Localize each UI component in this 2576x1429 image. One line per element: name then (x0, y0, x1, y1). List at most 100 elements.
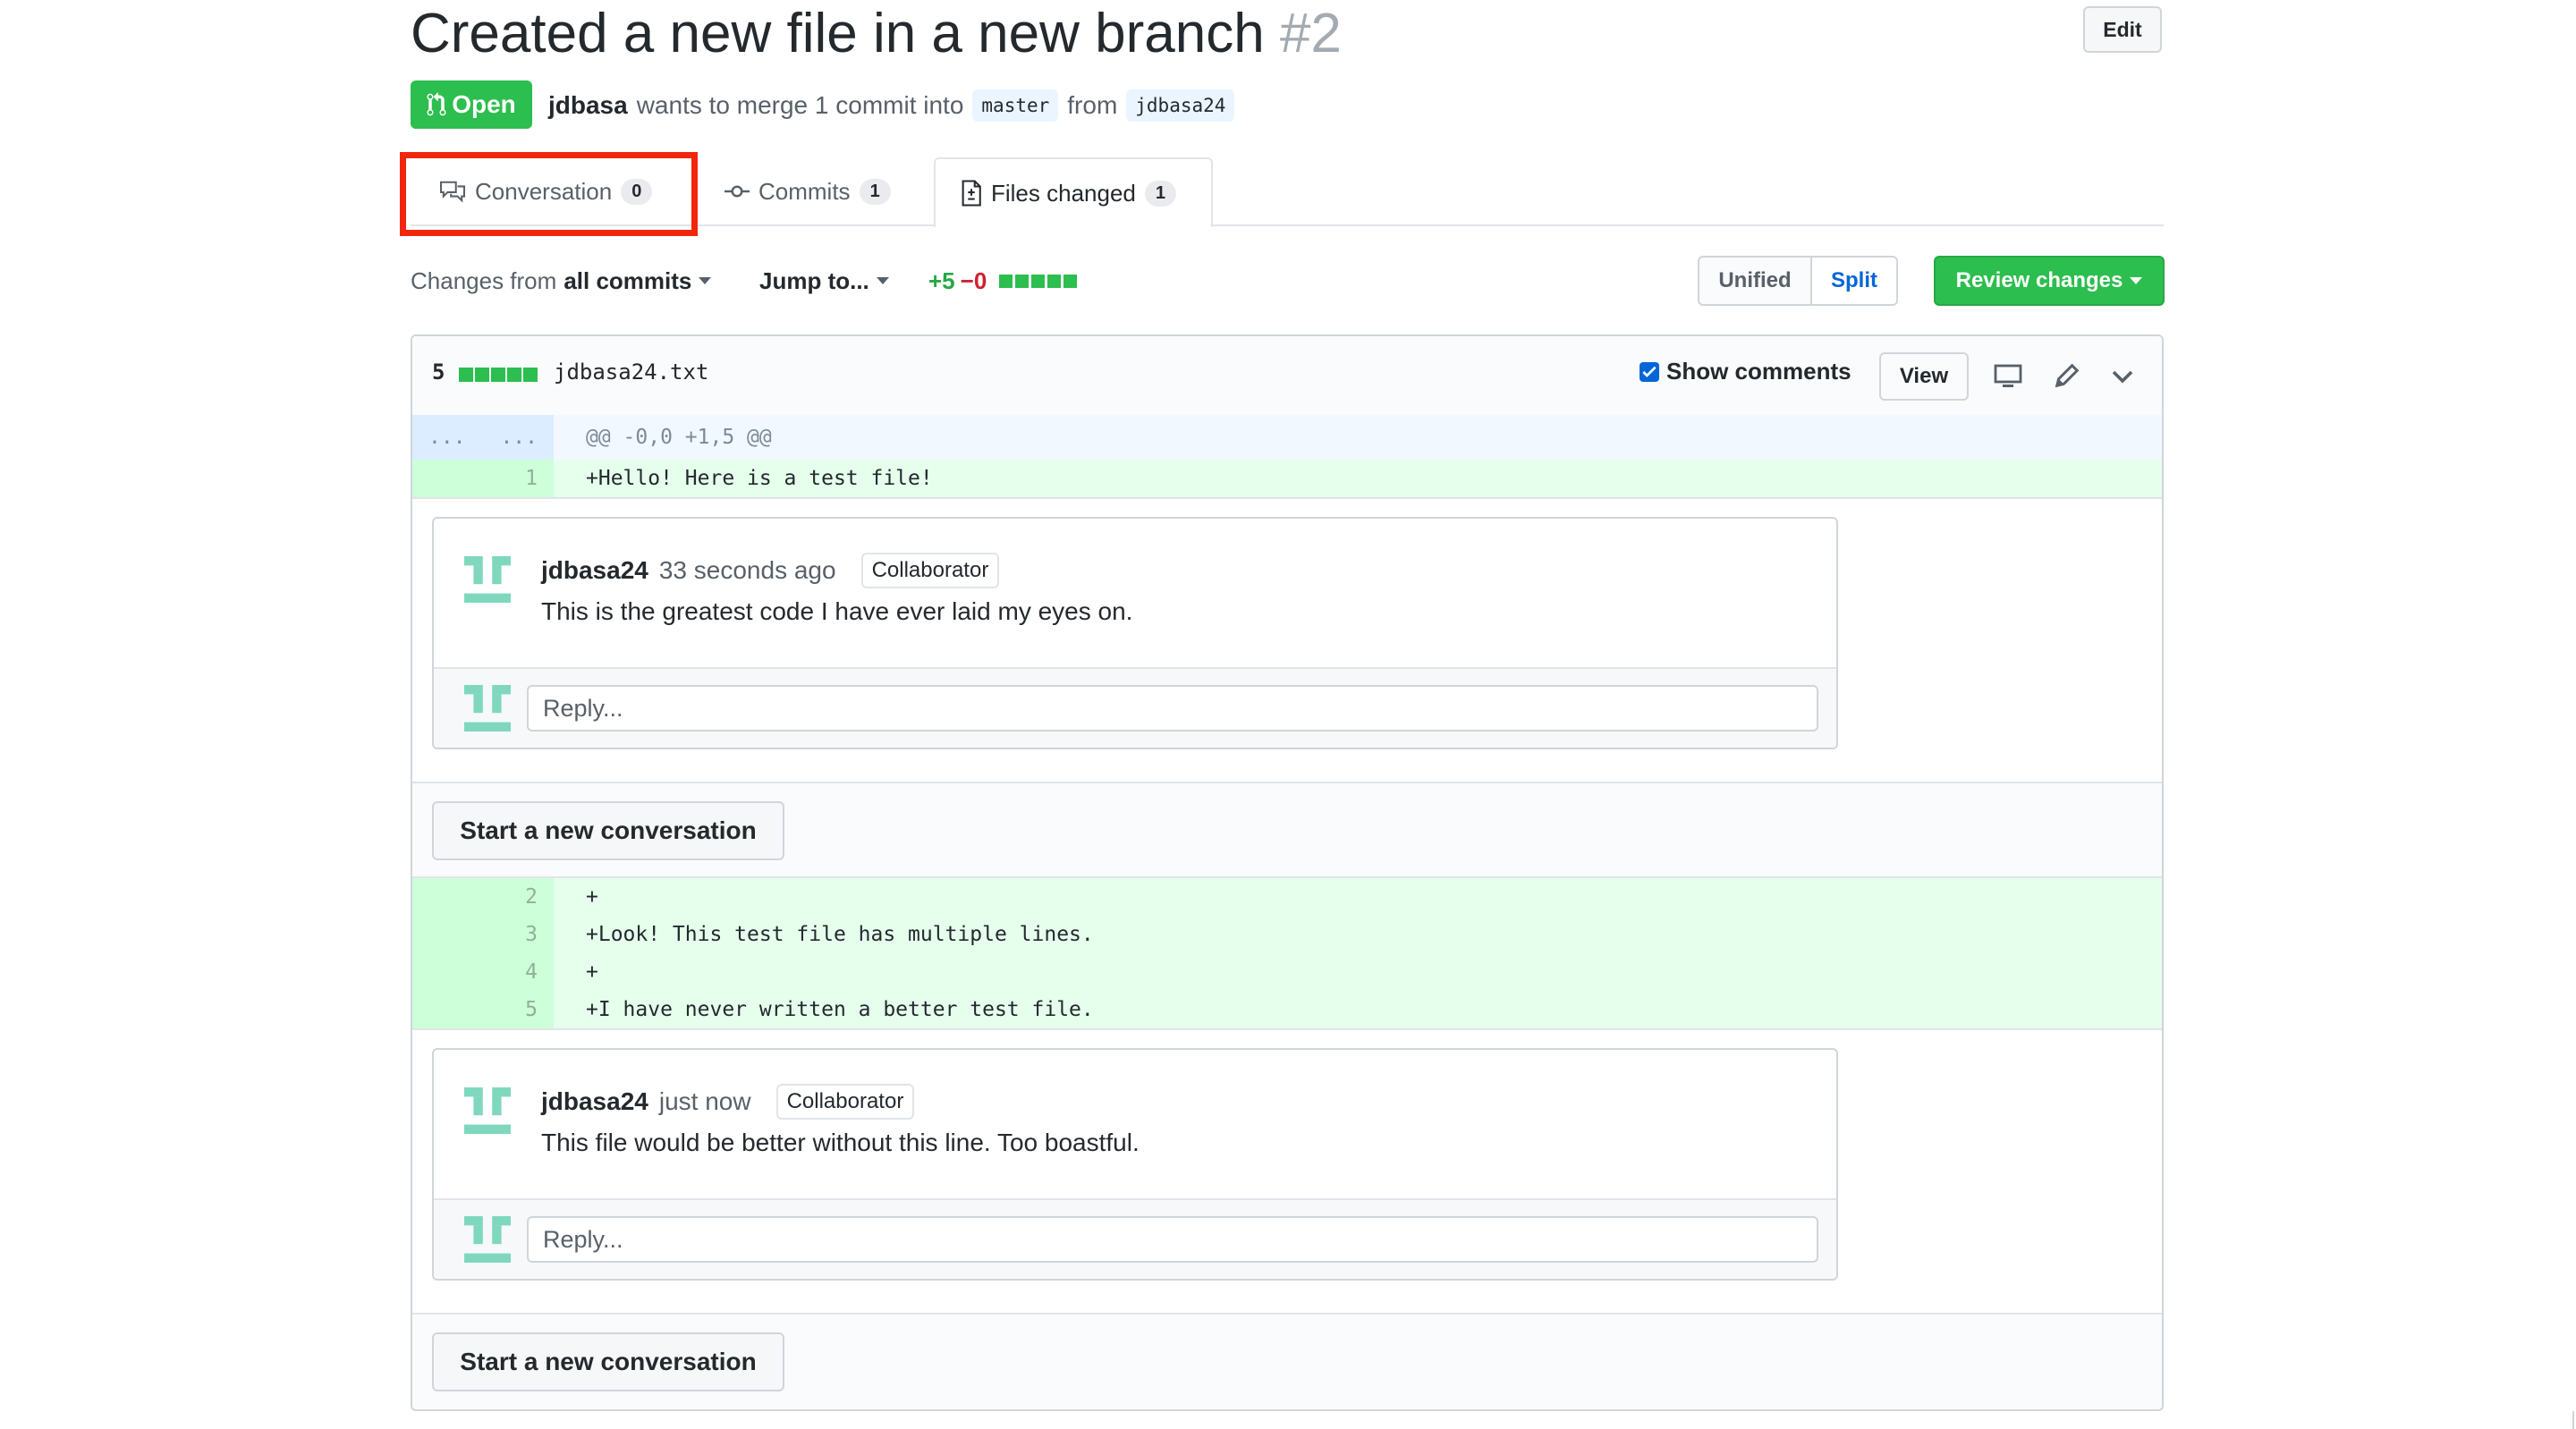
diff-line[interactable]: 3 +Look! This test file has multiple lin… (412, 916, 2162, 953)
chevron-down-icon (699, 277, 712, 284)
show-comments-label: Show comments (1666, 358, 1852, 385)
diff-line[interactable]: 4 + (412, 953, 2162, 991)
status-label: Open (452, 90, 516, 118)
start-new-conversation-button[interactable]: Start a new conversation (432, 1332, 784, 1391)
comment-text: This file would be better without this l… (541, 1129, 1140, 1156)
file-diffstat-blocks (459, 368, 538, 382)
from-text: from (1067, 91, 1118, 119)
new-conversation-row: Start a new conversation (412, 1313, 2162, 1409)
show-comments-toggle[interactable]: Show comments (1640, 358, 1852, 385)
tab-files-changed-count: 1 (1144, 180, 1177, 207)
changes-value: all commits (564, 266, 692, 294)
comment-header: jdbasa24 33 seconds ago Collaborator (541, 553, 1000, 588)
identicon-avatar (464, 1216, 511, 1267)
chevron-down-icon (876, 277, 889, 284)
pencil-icon[interactable] (2051, 359, 2083, 392)
reply-area: Reply... (434, 1198, 1836, 1279)
hunk-expand[interactable]: ... ... (412, 415, 554, 460)
hunk-header-text: @@ -0,0 +1,5 @@ (586, 426, 772, 449)
git-pull-request-icon (427, 92, 446, 116)
unified-button[interactable]: Unified (1698, 256, 1812, 306)
hunk-header-row: ... ... @@ -0,0 +1,5 @@ (412, 415, 2162, 460)
comment: jdbasa24 33 seconds ago Collaborator Thi… (434, 519, 1836, 667)
merge-text: wants to merge 1 commit into (636, 91, 964, 119)
head-branch[interactable]: jdbasa24 (1126, 89, 1235, 122)
file-name[interactable]: jdbasa24.txt (554, 359, 708, 385)
diff-view-toggle: Unified Split (1698, 256, 1898, 306)
base-branch[interactable]: master (972, 89, 1059, 122)
hunk-right-dots: ... (500, 426, 538, 449)
identicon-avatar[interactable] (464, 556, 511, 607)
line-number[interactable]: 5 (412, 991, 554, 1028)
line-number[interactable]: 2 (412, 878, 554, 916)
pr-author-link[interactable]: jdbasa (548, 91, 628, 120)
identicon-avatar[interactable] (464, 1087, 511, 1138)
comment-time[interactable]: 33 seconds ago (659, 556, 836, 585)
comment-thread: jdbasa24 just now Collaborator This file… (432, 1048, 1838, 1281)
file-header: 5 jdbasa24.txt Show comments View (412, 336, 2162, 417)
checkmark-icon (1642, 366, 1657, 377)
comment-text: This is the greatest code I have ever la… (541, 597, 1133, 625)
pr-number: #2 (1279, 3, 1342, 64)
diff-line[interactable]: 2 + (412, 878, 2162, 916)
view-file-button[interactable]: View (1879, 352, 1969, 401)
comment-author[interactable]: jdbasa24 (541, 1087, 648, 1116)
line-code: +Hello! Here is a test file! (586, 467, 933, 490)
collaborator-badge: Collaborator (775, 1084, 915, 1120)
jump-to-label: Jump to... (759, 266, 869, 294)
reply-input[interactable]: Reply... (527, 685, 1818, 731)
diffstat-blocks (999, 274, 1078, 288)
collaborator-badge: Collaborator (860, 553, 1000, 588)
line-code: + (586, 960, 598, 984)
pr-title-text: Created a new file in a new branch (411, 3, 1265, 64)
tab-files-changed-label: Files changed (991, 179, 1136, 207)
diff-line[interactable]: 5 +I have never written a better test fi… (412, 991, 2162, 1028)
page-right-border (2572, 1411, 2574, 1429)
deletions-count: −0 (960, 266, 987, 294)
tab-commits-label: Commits (758, 177, 851, 205)
line-code: + (586, 885, 598, 909)
line-number[interactable]: 1 (412, 460, 554, 497)
additions-count: +5 (928, 266, 955, 294)
changes-from-select[interactable]: Changes from all commits (411, 265, 712, 297)
tab-commits[interactable]: Commits 1 (699, 157, 916, 225)
chevron-down-icon (2130, 277, 2143, 284)
show-comments-checkbox[interactable] (1640, 361, 1659, 382)
file-change-count: 5 (432, 359, 445, 385)
start-new-conversation-button[interactable]: Start a new conversation (432, 801, 784, 860)
comment-author[interactable]: jdbasa24 (541, 556, 648, 585)
comment: jdbasa24 just now Collaborator This file… (434, 1050, 1836, 1198)
reply-input[interactable]: Reply... (527, 1216, 1818, 1263)
edit-title-button[interactable]: Edit (2083, 6, 2162, 53)
file-diff: 5 jdbasa24.txt Show comments View ... ..… (411, 334, 2164, 1411)
diffstat: +5 −0 (928, 265, 1078, 297)
file-diff-icon (962, 180, 981, 207)
chevron-down-icon[interactable] (2106, 361, 2139, 392)
tab-files-changed[interactable]: Files changed 1 (934, 157, 1213, 227)
new-conversation-row: Start a new conversation (412, 782, 2162, 878)
jump-to-select[interactable]: Jump to... (759, 265, 889, 297)
hunk-left-dots: ... (428, 426, 466, 449)
comment-header: jdbasa24 just now Collaborator (541, 1084, 915, 1120)
line-number[interactable]: 3 (412, 916, 554, 953)
page-title: Created a new file in a new branch #2 (411, 0, 1342, 68)
review-changes-label: Review changes (1955, 268, 2123, 292)
line-code: +I have never written a better test file… (586, 998, 1094, 1021)
reply-area: Reply... (434, 667, 1836, 748)
git-commit-icon (724, 185, 750, 198)
comment-time[interactable]: just now (659, 1087, 751, 1116)
tab-commits-count: 1 (859, 178, 891, 205)
line-code: +Look! This test file has multiple lines… (586, 923, 1094, 946)
split-button[interactable]: Split (1812, 256, 1898, 306)
line-number[interactable]: 4 (412, 953, 554, 991)
review-changes-button[interactable]: Review changes (1934, 256, 2165, 306)
conversation-tab-highlight (400, 152, 698, 236)
inline-thread-container: jdbasa24 33 seconds ago Collaborator Thi… (412, 497, 2162, 765)
status-badge: Open (411, 80, 532, 129)
changes-prefix: Changes from (411, 266, 557, 294)
inline-thread-container: jdbasa24 just now Collaborator This file… (412, 1028, 2162, 1297)
desktop-icon[interactable] (1992, 361, 2024, 392)
diff-line[interactable]: 1 +Hello! Here is a test file! (412, 460, 2162, 497)
identicon-avatar (464, 685, 511, 736)
pr-meta: jdbasa wants to merge 1 commit into mast… (548, 86, 1235, 125)
